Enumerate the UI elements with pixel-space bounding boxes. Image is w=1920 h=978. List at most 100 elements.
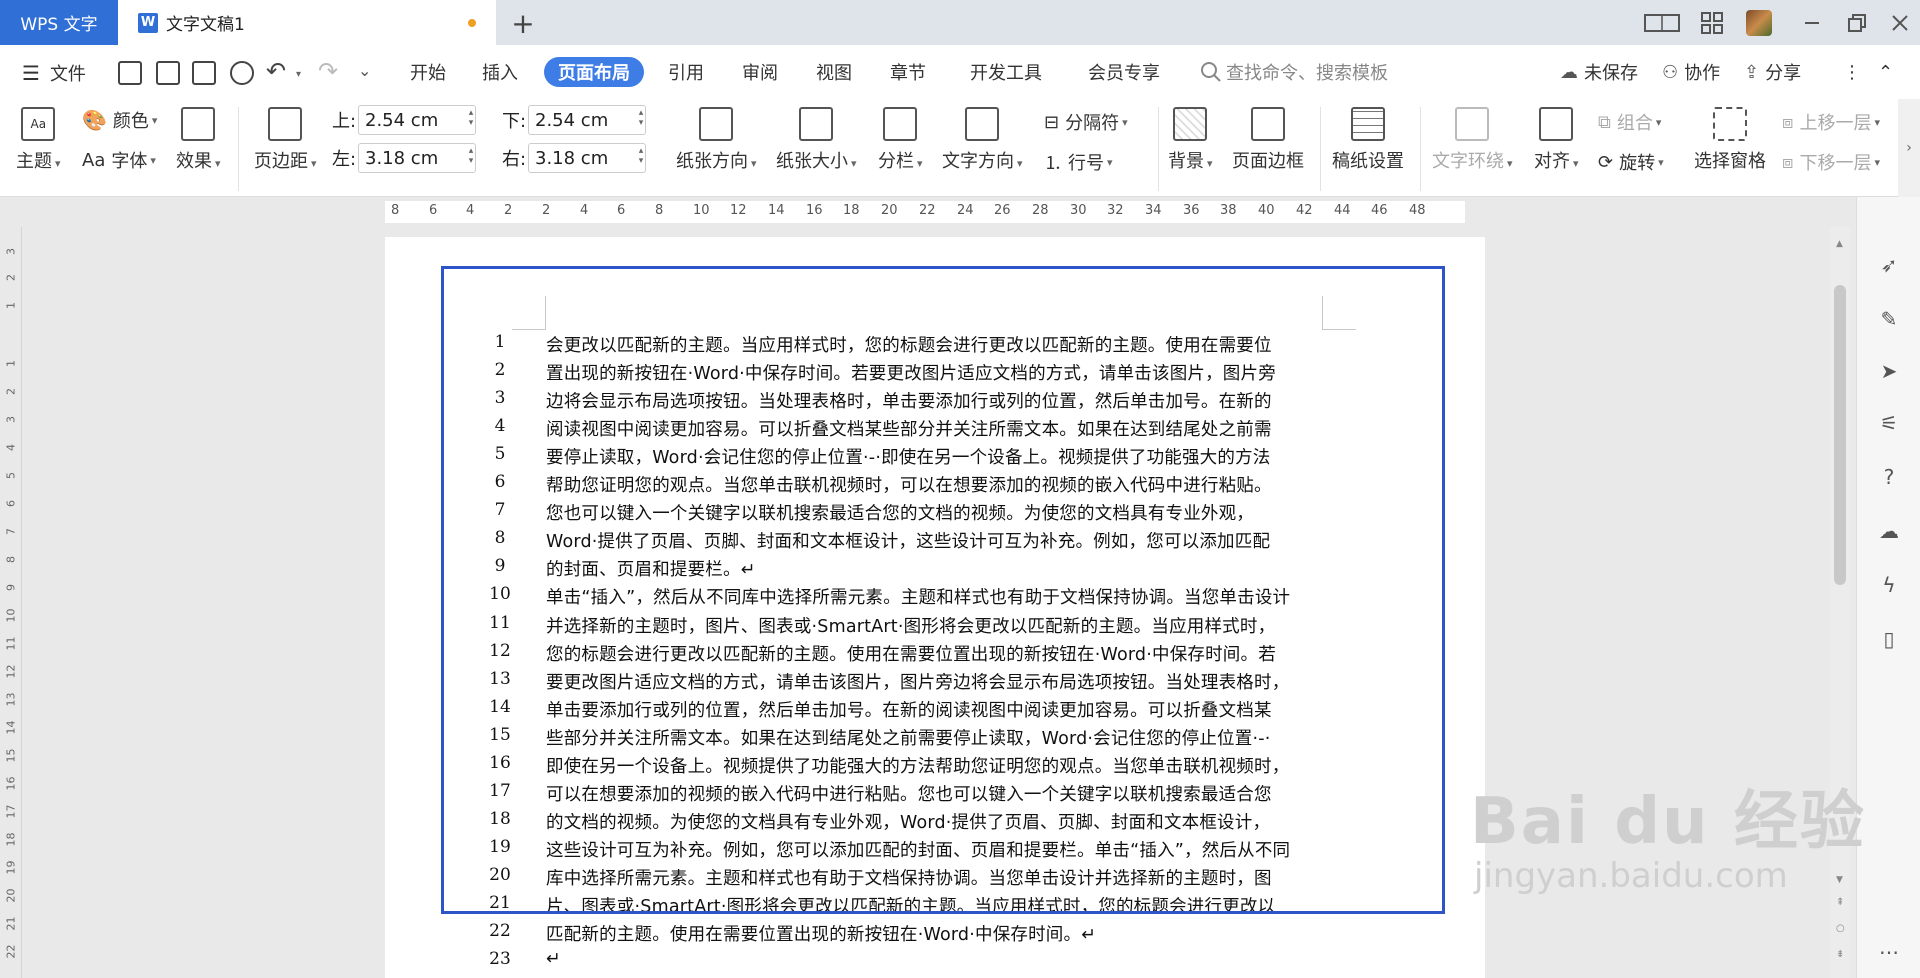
file-menu[interactable]: ☰ 文件 [22,59,86,87]
customize-toolbar-icon[interactable]: ⌄ [358,61,371,80]
unsaved-button[interactable]: ☁ 未保存 [1560,57,1638,87]
font-button[interactable]: Aa 字体 ▾ [82,147,156,173]
collaborate-button[interactable]: ⚇ 协作 [1662,57,1720,87]
sliders-icon[interactable]: ⚟ [1877,411,1901,435]
tab-insert[interactable]: 插入 [470,57,530,87]
tab-references[interactable]: 引用 [656,57,716,87]
bring-forward-button[interactable]: ⧈ 上移一层 ▾ [1782,109,1880,135]
save-icon[interactable] [118,61,142,85]
bring-forward-label: 上移一层 [1799,113,1872,134]
redo-icon[interactable]: ↷ [318,57,338,85]
next-page-icon[interactable]: ⇟ [1836,949,1844,960]
margin-bottom-value[interactable]: 2.54 cm [535,110,608,131]
margin-bottom-field[interactable]: 下: 2.54 cm [502,105,646,135]
rotate-icon: ⟳ [1598,151,1614,173]
share-button[interactable]: ⇪ 分享 [1744,57,1801,87]
margin-right-field[interactable]: 右: 3.18 cm [502,143,646,173]
group-button[interactable]: ⧉ 组合 ▾ [1598,109,1661,135]
tab-page-layout[interactable]: 页面布局 [544,57,644,87]
line-numbers-button[interactable]: ⒈ 行号 ▾ [1044,149,1113,175]
ruler-tick: 19 [4,860,18,875]
background-button[interactable]: 背景 ▾ [1168,107,1213,173]
text-direction-button[interactable]: 文字方向 ▾ [942,107,1023,173]
help-icon[interactable]: ? [1877,465,1901,489]
tab-chapter[interactable]: 章节 [878,57,938,87]
ruler-tick: 18 [843,203,860,218]
ruler-tick: 16 [4,776,18,791]
cursor-icon[interactable]: ➤ [1877,359,1901,383]
more-icon[interactable]: … [1877,935,1901,959]
lightning-icon[interactable]: ϟ [1877,573,1901,597]
unsaved-indicator-icon [468,19,476,27]
tab-home[interactable]: 开始 [398,57,458,87]
page-border-button[interactable]: 页面边框 [1232,107,1304,173]
minimize-icon[interactable] [1800,10,1824,36]
ruler-tick: 22 [4,944,18,959]
plus-icon: + [511,6,535,40]
close-icon[interactable] [1888,10,1912,36]
vertical-ruler[interactable]: 3 2 1 1 2 3 4 5 6 7 8 9 10 11 12 13 14 15 16 17 18 19 20 21 22 [0,227,22,978]
manuscript-settings-button[interactable]: 稿纸设置 [1332,107,1404,173]
rotate-button[interactable]: ⟳ 旋转 ▾ [1598,149,1664,175]
book-icon[interactable]: ▯ [1877,627,1901,651]
ribbon-scroll-right-icon[interactable]: › [1898,99,1920,197]
font-icon: Aa [82,149,106,171]
tab-developer[interactable]: 开发工具 [958,57,1054,87]
horizontal-ruler[interactable]: 8 6 4 2 2 4 6 8 10 12 14 16 18 20 22 24 26 28 30 32 34 36 38 40… [0,197,1840,227]
tab-view[interactable]: 视图 [804,57,864,87]
margin-top-field[interactable]: 上: 2.54 cm [332,105,476,135]
document-tab[interactable]: W 文字文稿1 [118,0,496,45]
tab-developer-label: 开发工具 [970,63,1042,84]
document-line[interactable]: 匹配新的主题。使用在需要位置出现的新按钮在·Word·中保存时间。↵ [546,921,1326,946]
pen-icon[interactable]: ✎ [1877,307,1901,331]
breaks-button[interactable]: ⊟ 分隔符 ▾ [1044,109,1128,135]
selection-pane-button[interactable]: 选择窗格 [1694,107,1766,173]
new-tab-button[interactable]: + [508,6,538,40]
effect-button[interactable]: 效果 ▾ [176,107,221,173]
app-tab[interactable]: WPS 文字 [0,0,118,45]
paper-size-button[interactable]: 纸张大小 ▾ [776,107,857,173]
ruler-tick: 12 [730,203,747,218]
margin-left-value[interactable]: 3.18 cm [365,148,438,169]
send-backward-button[interactable]: ⧈ 下移一层 ▾ [1782,149,1880,175]
align-button[interactable]: 对齐 ▾ [1534,107,1579,173]
watermark-brand: Bai du 经验 [1470,785,1866,859]
text-wrap-button[interactable]: 文字环绕 ▾ [1432,107,1513,173]
ruler-tick: 3 [4,416,18,423]
margin-left-field[interactable]: 左: 3.18 cm [332,143,476,173]
cloud-sync-icon[interactable]: ☁ [1877,519,1901,543]
color-label: 颜色 [112,111,149,132]
columns-button[interactable]: 分栏 ▾ [878,107,923,173]
previous-page-icon[interactable]: ⇞ [1836,897,1844,908]
more-options-icon[interactable]: ⋮ [1843,57,1861,87]
command-search[interactable]: 查找命令、搜索模板 [1200,57,1388,87]
margin-top-value[interactable]: 2.54 cm [365,110,438,131]
collapse-ribbon-icon[interactable]: ⌃ [1878,57,1893,87]
page-view-icon[interactable] [1642,10,1682,36]
print-icon[interactable] [192,61,216,85]
print-preview-icon[interactable] [230,61,254,85]
ruler-tick: 10 [4,608,18,623]
export-pdf-icon[interactable] [156,61,180,85]
scroll-up-icon[interactable]: ▲ [1836,239,1843,249]
send-backward-label: 下移一层 [1799,153,1872,174]
margin-right-value[interactable]: 3.18 cm [535,148,608,169]
restore-icon[interactable] [1845,10,1869,36]
rocket-icon[interactable]: ➶ [1877,253,1901,277]
color-button[interactable]: 🎨 颜色 ▾ [82,107,157,133]
apps-grid-icon[interactable] [1698,10,1726,36]
select-browse-object-icon[interactable]: ○ [1836,923,1845,934]
tab-review[interactable]: 审阅 [730,57,790,87]
avatar[interactable] [1745,10,1773,36]
bring-forward-icon: ⧈ [1782,111,1794,133]
tab-member[interactable]: 会员专享 [1076,57,1172,87]
margins-button[interactable]: 页边距 ▾ [254,107,317,173]
orientation-button[interactable]: 纸张方向 ▾ [676,107,757,173]
text-direction-label: 文字方向 [942,151,1014,172]
document-line[interactable]: ↵ [546,949,1326,969]
undo-dropdown-icon[interactable]: ▾ [296,69,301,80]
undo-icon[interactable]: ↶ [266,57,286,85]
ruler-tick: 2 [4,274,18,281]
scrollbar-thumb[interactable] [1834,285,1846,585]
theme-button[interactable]: Aa 主题 ▾ [16,107,61,173]
